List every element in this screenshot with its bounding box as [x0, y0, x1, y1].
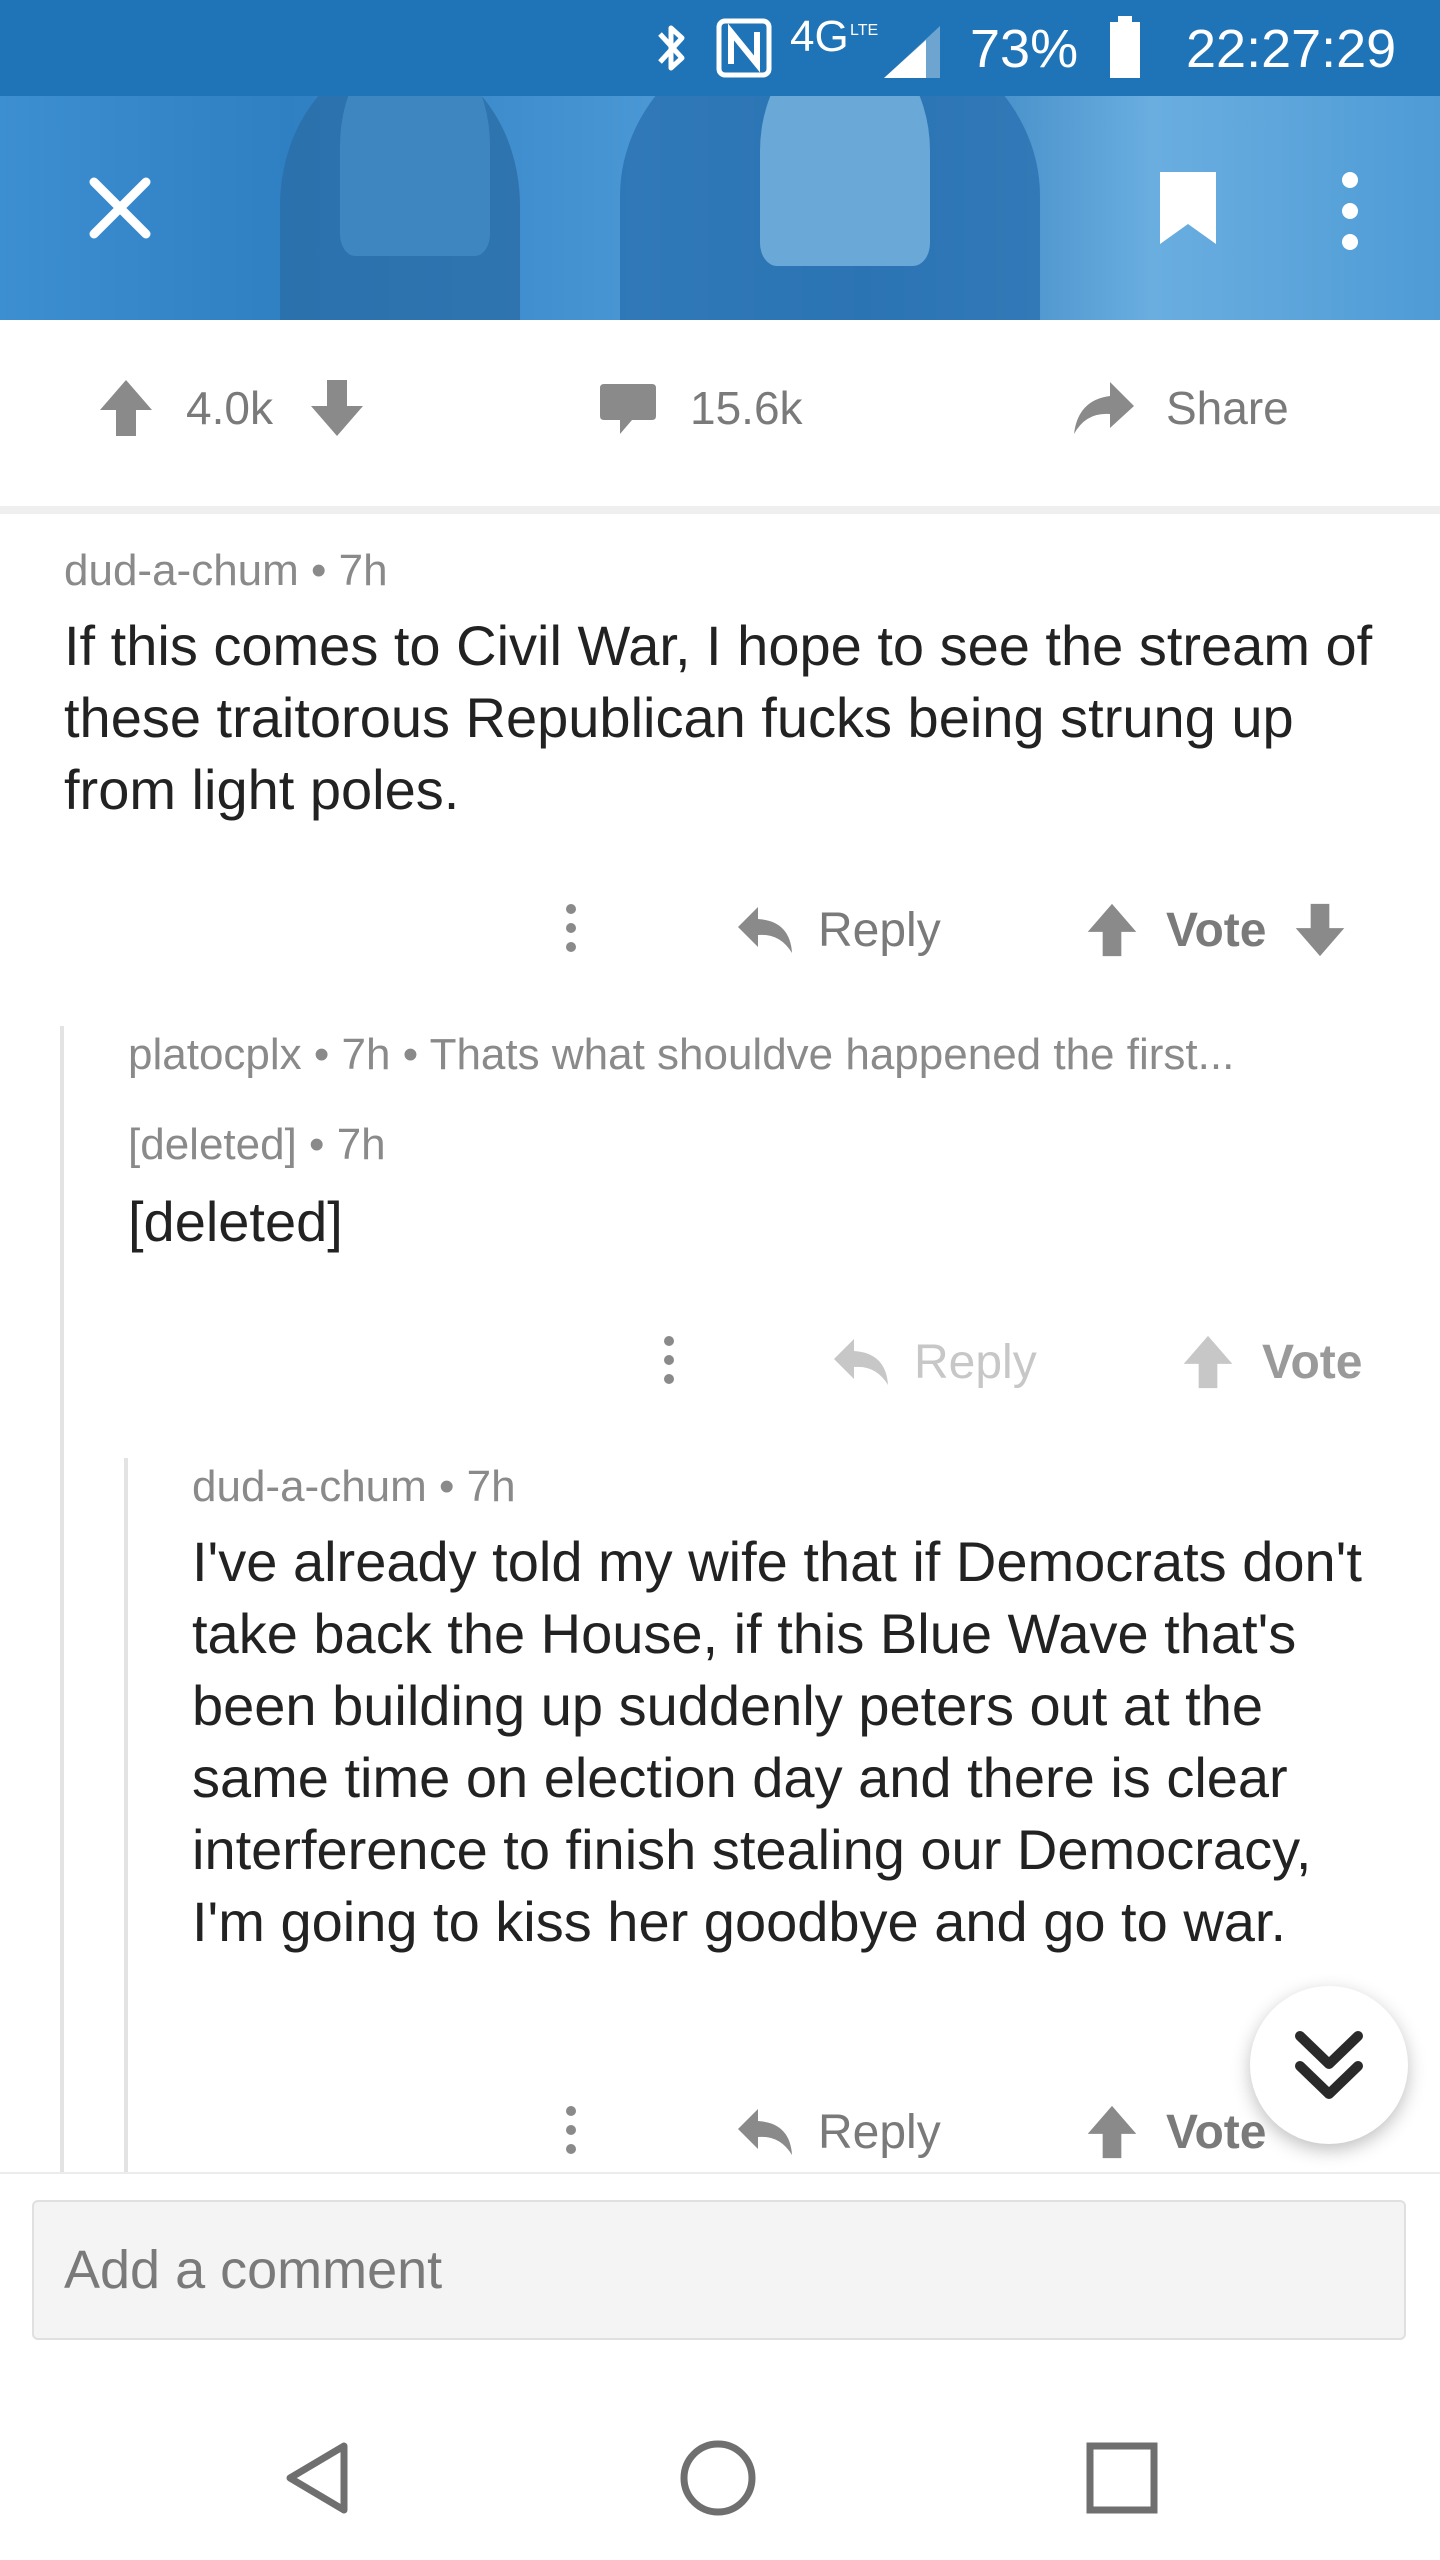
battery-icon [1110, 16, 1140, 78]
vote-group: Vote [1180, 1322, 1362, 1402]
upvote-count: 4.0k [186, 382, 273, 434]
comment-author[interactable]: dud-a-chum [64, 546, 299, 595]
comment-meta: dud-a-chum • 7h [64, 546, 388, 596]
network-type: 4G [790, 12, 849, 61]
bookmark-icon[interactable] [1156, 168, 1220, 248]
reply-label: Reply [818, 903, 941, 957]
comment-actions: Reply Vote [0, 1322, 1440, 1402]
nfc-icon [716, 18, 772, 78]
banner-figure-center [340, 96, 490, 256]
comment-age: 7h [338, 546, 388, 595]
next-comment-button[interactable] [1250, 1986, 1408, 2144]
comment-count: 15.6k [690, 382, 803, 434]
vote-group: Vote [1084, 2092, 1266, 2172]
reply-label: Reply [818, 2105, 941, 2159]
comment-body: I've already told my wife that if Democr… [192, 1530, 1362, 1953]
share-arrow-icon [1074, 382, 1134, 434]
comment-actions: Reply Vote [0, 890, 1440, 970]
reply-arrow-icon [738, 907, 792, 953]
double-chevron-down-icon [1295, 2031, 1363, 2099]
back-icon[interactable] [282, 2440, 358, 2516]
comment-more-icon[interactable] [566, 904, 576, 961]
comment-age: 7h [466, 1462, 516, 1511]
meta-separator: • [309, 1120, 337, 1169]
upvote-arrow-icon[interactable] [96, 376, 156, 440]
comment-author: [deleted] [128, 1120, 297, 1169]
vote-label: Vote [1262, 1335, 1363, 1389]
reply-arrow-icon [834, 1339, 888, 1385]
status-bar: 4G LTE 73% 22:27:29 [0, 0, 1440, 96]
system-nav-bar [0, 2390, 1440, 2560]
signal-icon [884, 26, 940, 78]
battery-percent: 73% [970, 19, 1079, 79]
post-header-image [0, 96, 1440, 320]
reply-arrow-icon [738, 2109, 792, 2155]
meta-separator: • [439, 1462, 467, 1511]
close-icon[interactable] [80, 168, 160, 248]
home-icon[interactable] [678, 2438, 758, 2518]
meta-separator: • [313, 1030, 342, 1079]
banner-figure-face [760, 96, 930, 266]
comment-age: 7h [341, 1030, 391, 1079]
more-vertical-icon[interactable] [1330, 166, 1370, 256]
meta-separator: • [311, 546, 339, 595]
vote-group: Vote [1084, 890, 1348, 970]
comment-age: 7h [336, 1120, 386, 1169]
comment-author[interactable]: dud-a-chum [192, 1462, 427, 1511]
reply-button[interactable]: Reply [832, 1322, 1037, 1402]
comment-input[interactable]: Add a comment [32, 2200, 1406, 2340]
thread-line-level2 [124, 1458, 128, 2176]
comment-meta: dud-a-chum • 7h [192, 1462, 516, 1512]
upvote-arrow-icon[interactable] [1084, 2102, 1140, 2162]
upvote-group: 4.0k [96, 376, 367, 440]
vote-label: Vote [1166, 903, 1267, 957]
downvote-arrow-icon[interactable] [1292, 900, 1348, 960]
reply-button[interactable]: Reply [736, 890, 941, 970]
upvote-arrow-icon[interactable] [1084, 900, 1140, 960]
meta-separator: • [402, 1030, 430, 1079]
post-action-bar: 4.0k 15.6k Share [0, 320, 1440, 514]
collapsed-comment[interactable]: platocplx • 7h • Thats what shouldve hap… [128, 1030, 1234, 1080]
comment-author[interactable]: platocplx [128, 1030, 302, 1079]
upvote-arrow-icon[interactable] [1180, 1332, 1236, 1392]
comment-more-icon[interactable] [664, 1336, 674, 1393]
downvote-arrow-icon[interactable] [307, 376, 367, 440]
recents-icon[interactable] [1086, 2442, 1158, 2514]
bluetooth-icon [658, 25, 685, 71]
comment-bubble-icon [600, 384, 656, 434]
reply-label: Reply [914, 1335, 1037, 1389]
comment-actions: Reply Vote [0, 2092, 1440, 2172]
comments-button[interactable]: 15.6k [598, 376, 803, 440]
comment-input-placeholder: Add a comment [64, 2240, 443, 2300]
comment-more-icon[interactable] [566, 2106, 576, 2163]
comment-body: [deleted] [128, 1190, 343, 1253]
thread-line-level1 [60, 1026, 64, 2176]
reply-button[interactable]: Reply [736, 2092, 941, 2172]
comment-meta: [deleted] • 7h [128, 1120, 386, 1170]
share-label: Share [1166, 382, 1289, 434]
comment-preview: Thats what shouldve happened the first..… [429, 1030, 1235, 1079]
clock: 22:27:29 [1186, 19, 1397, 79]
network-subtype: LTE [850, 22, 879, 39]
share-button[interactable]: Share [1070, 376, 1289, 440]
comment-body: If this comes to Civil War, I hope to se… [64, 614, 1373, 821]
